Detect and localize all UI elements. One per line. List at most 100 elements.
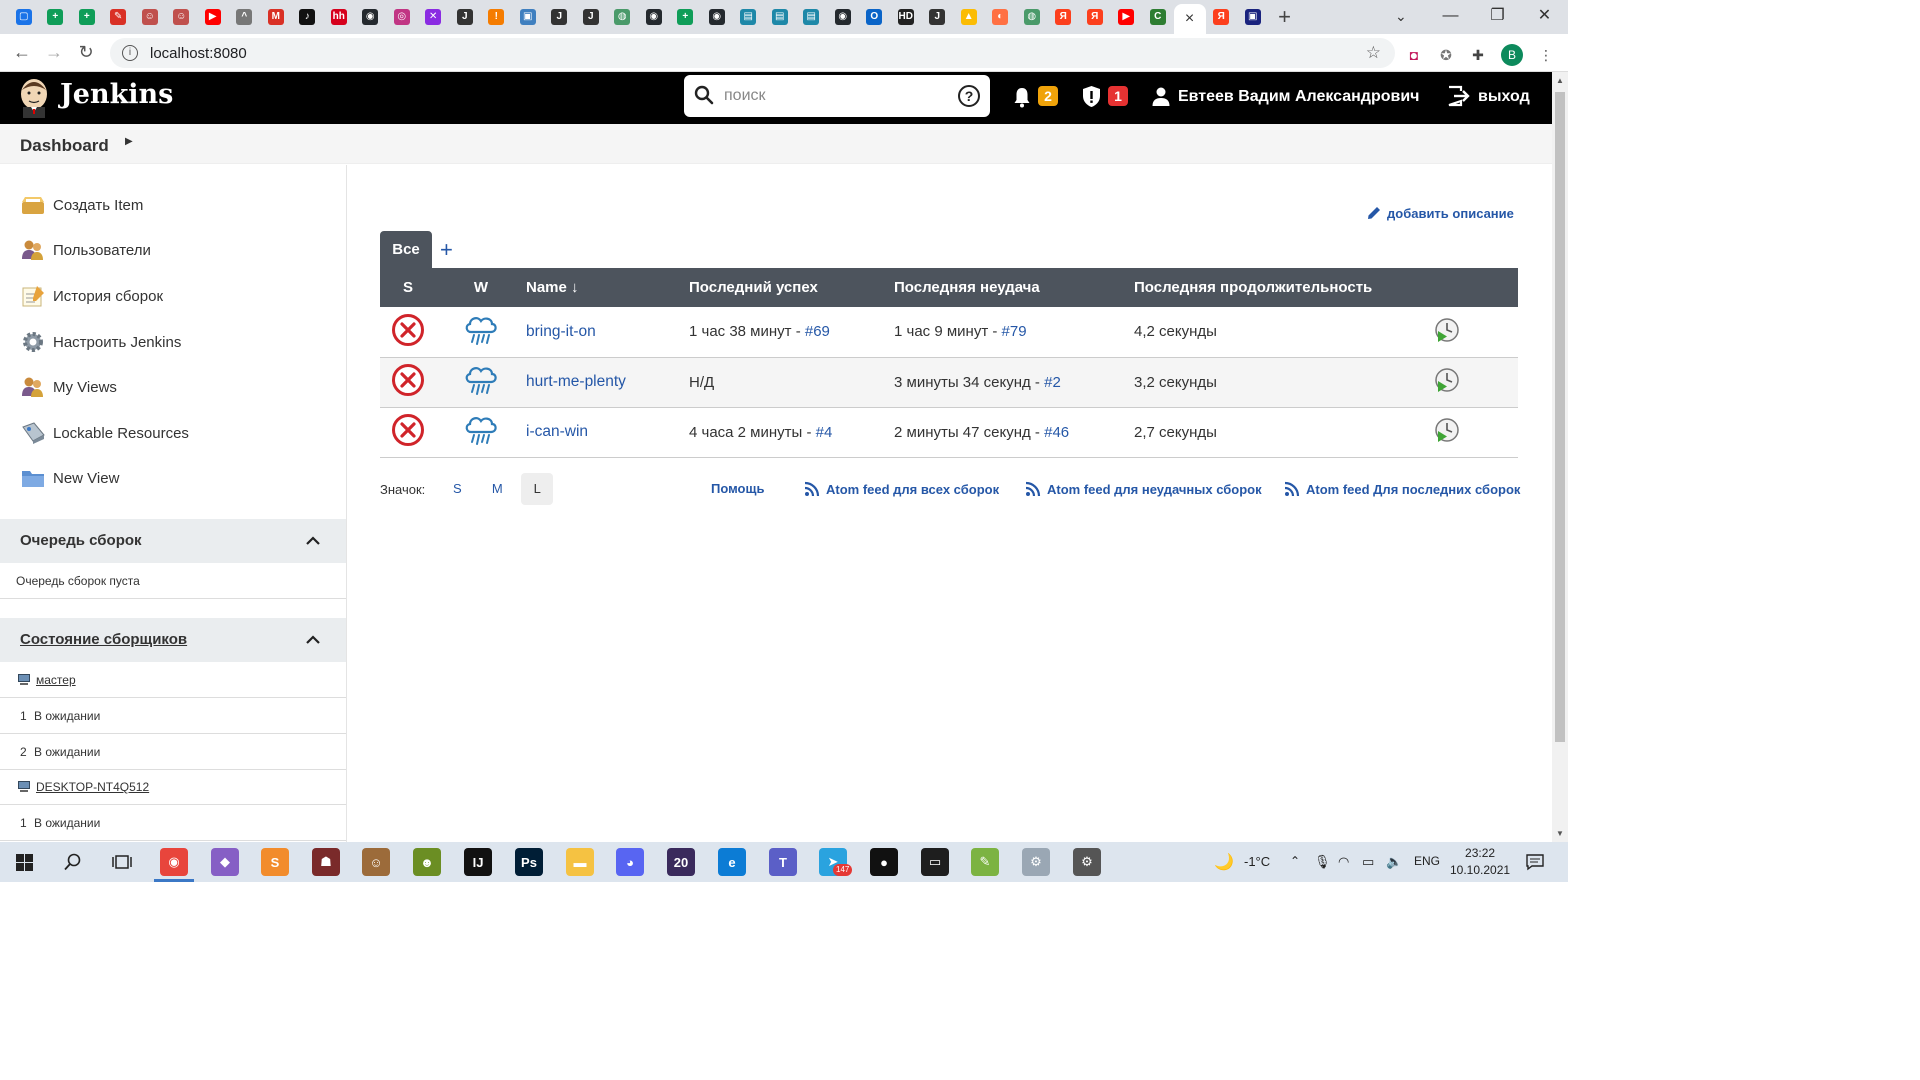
sidebar-item-my-views[interactable]: My Views [20,375,117,399]
windows-start-icon[interactable] [16,854,33,871]
menu-kebab-icon[interactable]: ⋮ [1537,46,1555,64]
logout-icon[interactable] [1447,85,1471,107]
job-name-link[interactable]: hurt-me-plenty [526,373,626,390]
user-name-link[interactable]: Евтеев Вадим Александрович [1178,88,1419,106]
intellij-icon[interactable]: IJ [464,848,492,876]
weather-icon-wrap[interactable] [463,414,499,450]
last-success-build-link[interactable]: #4 [816,424,833,441]
logout-link[interactable]: выход [1478,88,1530,106]
browser-tab[interactable]: J [575,0,607,34]
feed-failed-link[interactable]: Atom feed для неудачных сборок [1025,481,1262,497]
volume-icon[interactable]: 🔈 [1386,854,1402,870]
status-icon-wrap[interactable] [391,363,425,401]
tab-all[interactable]: Все [380,231,432,268]
browser-tab[interactable]: ◍ [607,0,639,34]
record-icon[interactable]: ● [870,848,898,876]
active-tab[interactable]: × [1173,4,1206,34]
page-scrollbar[interactable]: ▲ ▼ [1552,72,1568,842]
sidebar-item-lockable-resources[interactable]: Lockable Resources [20,421,189,445]
terminal-icon[interactable]: ▭ [921,848,949,876]
last-success-build-link[interactable]: #69 [805,323,830,340]
icon-size-m[interactable]: M [481,473,513,505]
sidebar-item-new-view[interactable]: New View [20,466,119,490]
chevron-up-icon[interactable] [305,632,321,648]
browser-tab[interactable]: ▤ [796,0,828,34]
browser-tab[interactable]: HD [890,0,922,34]
help-link[interactable]: Помощь [711,481,764,496]
col-name[interactable]: Name ↓ [526,268,689,307]
omnibox[interactable]: i localhost:8080 ☆ [110,38,1395,68]
col-weather[interactable]: W [436,268,526,307]
pocket-icon[interactable]: ◘ [1405,46,1423,64]
image-editor-icon[interactable]: ✎ [971,848,999,876]
weather-text[interactable]: -1°C [1244,854,1270,869]
browser-tab[interactable]: ▶ [197,0,229,34]
game-icon[interactable]: ☗ [312,848,340,876]
status-icon-wrap[interactable] [391,313,425,351]
user-icon[interactable] [1152,87,1170,107]
weather-icon-wrap[interactable] [463,364,499,400]
browser-tab[interactable]: ◐ [985,0,1017,34]
browser-tab[interactable]: ▢ [8,0,40,34]
job-name-link[interactable]: bring-it-on [526,323,596,340]
notifications-badge[interactable]: 2 [1038,86,1058,106]
browser-tab[interactable]: ▣ [1237,0,1269,34]
scrollbar-thumb[interactable] [1555,92,1565,742]
col-last-failure[interactable]: Последняя неудача [894,268,1134,307]
sidebar-item-new-item[interactable]: Создать Item [20,193,143,217]
last-failure-build-link[interactable]: #79 [1002,323,1027,340]
jenkins-title[interactable]: Jenkins [60,79,173,110]
browser-tab[interactable]: ◍ [1016,0,1048,34]
browser-tab[interactable]: ▣ [512,0,544,34]
executor-node-link[interactable]: DESKTOP-NT4Q512 [36,780,149,794]
battery-icon[interactable]: ▭ [1362,854,1374,870]
close-tab-icon[interactable]: × [1185,10,1194,28]
sidebar-item-users[interactable]: Пользователи [20,238,151,262]
breadcrumb-arrow-icon[interactable]: ▶ [125,136,133,147]
explorer-icon[interactable]: ▬ [566,848,594,876]
browser-tab[interactable]: ◉ [355,0,387,34]
visual-studio-icon[interactable]: ◆ [211,848,239,876]
add-view-button[interactable]: + [440,237,453,263]
browser-tab[interactable]: ◎ [386,0,418,34]
icon-size-s[interactable]: S [441,473,473,505]
feed-all-link[interactable]: Atom feed для всех сборок [804,481,999,497]
schedule-build-button[interactable] [1434,317,1460,347]
discord-icon[interactable]: ◕ [616,848,644,876]
browser-tab[interactable]: ☺ [166,0,198,34]
browser-tab[interactable]: J [449,0,481,34]
browser-tab[interactable]: ☺ [134,0,166,34]
breadcrumb-dashboard[interactable]: Dashboard [20,136,109,156]
search-icon[interactable] [64,853,82,871]
task-view-icon[interactable] [112,853,132,871]
shield-icon[interactable] [1082,85,1101,108]
browser-tab[interactable]: ▶ [1111,0,1143,34]
col-status[interactable]: S [380,268,436,307]
browser-tab[interactable]: J [922,0,954,34]
browser-tab[interactable]: hh [323,0,355,34]
extension-circle-icon[interactable]: ✪ [1437,46,1455,64]
back-icon[interactable]: ← [6,42,38,63]
weather-icon-wrap[interactable] [463,314,499,350]
character-icon[interactable]: ☻ [413,848,441,876]
browser-tab[interactable]: C [1142,0,1174,34]
col-last-duration[interactable]: Последняя продолжительность [1134,268,1434,307]
clock[interactable]: 23:22 10.10.2021 [1450,845,1510,879]
edge-icon[interactable]: e [718,848,746,876]
executors-title[interactable]: Состояние сборщиков [20,631,187,648]
close-window-icon[interactable]: ✕ [1521,0,1568,34]
browser-tab[interactable]: ▤ [733,0,765,34]
forward-icon[interactable]: → [38,42,70,63]
security-badge[interactable]: 1 [1108,86,1128,106]
url-text[interactable]: localhost:8080 [150,45,247,62]
browser-tab[interactable]: + [670,0,702,34]
chevron-up-icon[interactable]: ⌃ [1290,854,1300,868]
moon-icon[interactable]: 🌙 [1214,852,1234,872]
add-description-link[interactable]: добавить описание [1366,205,1514,221]
schedule-build-button[interactable] [1434,417,1460,447]
site-info-icon[interactable]: i [122,45,138,61]
photoshop-icon[interactable]: Ps [515,848,543,876]
search-input[interactable] [724,83,944,109]
schedule-build-button[interactable] [1434,367,1460,397]
teams-icon[interactable]: T [769,848,797,876]
